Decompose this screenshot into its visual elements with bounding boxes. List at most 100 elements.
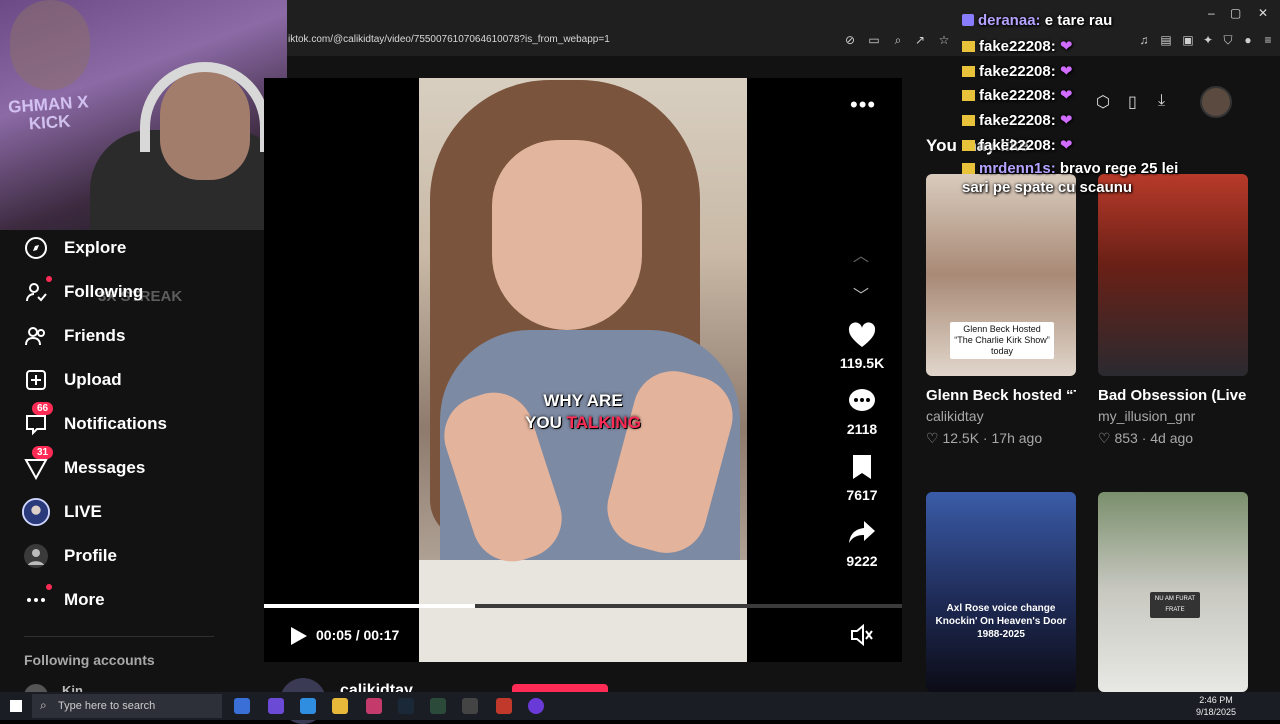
app-icon[interactable] bbox=[268, 698, 284, 714]
cast-icon[interactable]: ▭ bbox=[866, 32, 882, 48]
video-progress-fill bbox=[264, 604, 475, 608]
browser-icon[interactable] bbox=[366, 698, 382, 714]
recommendation-card[interactable]: Axl Rose voice change Knockin' On Heaven… bbox=[926, 492, 1076, 692]
extension-icon[interactable]: ▤ bbox=[1158, 32, 1174, 48]
play-icon[interactable] bbox=[288, 626, 308, 646]
crown-icon bbox=[962, 115, 975, 126]
recommendation-card[interactable]: Bad Obsession (Live Wembley 2025)... my_… bbox=[1098, 174, 1248, 447]
share-icon[interactable]: ↗ bbox=[912, 32, 928, 48]
card-title[interactable]: Glenn Beck hosted “The Charlie Kirk... bbox=[926, 385, 1076, 407]
edge-icon[interactable] bbox=[300, 698, 316, 714]
taskbar-search-input[interactable]: Type here to search bbox=[32, 694, 222, 718]
comment-button[interactable]: 2118 bbox=[838, 388, 886, 437]
like-count: 119.5K bbox=[839, 355, 885, 371]
chat-message: deranaa: e tare rau bbox=[962, 12, 1112, 29]
sidebar-item-following[interactable]: Following bbox=[22, 276, 143, 307]
minimize-icon[interactable]: – bbox=[1208, 6, 1215, 20]
emote-icon: ❤ bbox=[1055, 38, 1073, 55]
following-icon bbox=[22, 276, 52, 306]
puzzle-icon[interactable]: ✦ bbox=[1200, 32, 1216, 48]
app-icon[interactable] bbox=[528, 698, 544, 714]
card-title[interactable]: Bad Obsession (Live Wembley 2025)... bbox=[1098, 385, 1248, 407]
chevron-up-icon[interactable]: ︿ bbox=[853, 242, 869, 266]
card-author[interactable]: calikidtay bbox=[926, 408, 1076, 424]
taskbar-clock[interactable]: 2:46 PM 9/18/2025 bbox=[1196, 694, 1236, 718]
chat-text: e tare rau bbox=[1040, 12, 1113, 29]
chat-text: bravo rege 25 lei bbox=[1055, 160, 1179, 177]
windows-start-icon[interactable] bbox=[10, 700, 22, 712]
like-button[interactable]: 119.5K bbox=[838, 322, 886, 371]
avatar[interactable] bbox=[1200, 86, 1232, 118]
sidebar-item-live[interactable]: LIVE bbox=[22, 497, 102, 527]
maximize-icon[interactable]: ▢ bbox=[1230, 6, 1241, 20]
chat-username: fake22208: bbox=[979, 137, 1056, 154]
sidebar-icon[interactable]: ▣ bbox=[1180, 32, 1196, 48]
profile-icon bbox=[22, 542, 50, 570]
more-options-icon[interactable]: ••• bbox=[850, 92, 876, 118]
comment-count: 2118 bbox=[846, 421, 878, 437]
recommendation-card[interactable]: Glenn Beck Hosted “The Charlie Kirk Show… bbox=[926, 174, 1076, 447]
card-age: 17h ago bbox=[991, 430, 1043, 446]
card-author[interactable]: my_illusion_gnr bbox=[1098, 408, 1248, 424]
notifications-badge: 66 bbox=[32, 402, 54, 415]
thumbnail-label: Axl Rose voice change Knockin' On Heaven… bbox=[935, 603, 1067, 640]
compass-icon bbox=[22, 234, 50, 262]
chat-message: fake22208: ❤ bbox=[962, 136, 1072, 154]
save-button[interactable]: 7617 bbox=[838, 454, 886, 503]
profile-extension-icon[interactable]: ● bbox=[1240, 32, 1256, 48]
video-thumbnail[interactable]: NU AM FURAT FRATE bbox=[1098, 492, 1248, 692]
address-bar[interactable]: iktok.com/@calikidtay/video/755007610706… bbox=[280, 30, 960, 50]
coin-icon[interactable]: ⬡ bbox=[1096, 92, 1110, 112]
file-explorer-icon[interactable] bbox=[332, 698, 348, 714]
app-icon[interactable] bbox=[462, 698, 478, 714]
video-time: 00:05 / 00:17 bbox=[316, 627, 400, 643]
heart-icon bbox=[838, 322, 886, 352]
emote-icon: ❤ bbox=[1055, 137, 1073, 154]
task-view-icon[interactable] bbox=[234, 698, 250, 714]
video-thumbnail[interactable] bbox=[1098, 174, 1248, 376]
volume-icon[interactable] bbox=[850, 623, 874, 651]
steam-icon[interactable] bbox=[398, 698, 414, 714]
sidebar-item-more[interactable]: More bbox=[22, 584, 105, 615]
card-likes: 853 bbox=[1114, 430, 1138, 446]
crown-icon bbox=[962, 66, 975, 77]
close-icon[interactable]: ✕ bbox=[1258, 6, 1268, 20]
sidebar-item-messages[interactable]: 31 Messages bbox=[22, 446, 146, 483]
video-thumbnail[interactable]: Axl Rose voice change Knockin' On Heaven… bbox=[926, 492, 1076, 692]
sidebar-item-upload[interactable]: Upload bbox=[22, 365, 122, 395]
share-count: 9222 bbox=[846, 553, 878, 569]
sidebar-divider bbox=[24, 636, 214, 637]
chat-username: fake22208: bbox=[979, 112, 1056, 129]
share-button[interactable]: 9222 bbox=[838, 520, 886, 569]
notification-dot bbox=[46, 584, 52, 590]
sidebar-item-label: Explore bbox=[64, 238, 127, 257]
tracking-icon[interactable]: ⊘ bbox=[842, 32, 858, 48]
sidebar-item-notifications[interactable]: 66 Notifications bbox=[22, 402, 167, 439]
emote-icon: ❤ bbox=[1055, 87, 1073, 104]
chat-badge-icon bbox=[962, 14, 974, 26]
bookmark-star-icon[interactable]: ☆ bbox=[936, 32, 952, 48]
menu-icon[interactable]: ≡ bbox=[1260, 32, 1276, 48]
music-icon[interactable]: ♫ bbox=[1136, 32, 1152, 48]
crown-icon bbox=[962, 41, 975, 52]
chevron-down-icon[interactable]: ﹀ bbox=[853, 282, 869, 306]
bookmark-icon bbox=[838, 454, 886, 484]
sidebar-item-label: LIVE bbox=[64, 502, 102, 521]
sidebar-item-explore[interactable]: Explore bbox=[22, 233, 126, 263]
sidebar-item-friends[interactable]: Friends bbox=[22, 321, 125, 351]
download-icon[interactable]: ⤓ bbox=[1158, 92, 1165, 110]
video-caption: WHY ARE YOU TALKING bbox=[470, 390, 696, 434]
clock-time: 2:46 PM bbox=[1199, 695, 1233, 705]
sidebar-item-label: Messages bbox=[64, 458, 146, 477]
search-icon: ⌕ bbox=[40, 698, 47, 712]
shield-icon[interactable]: ⛉ bbox=[1220, 32, 1236, 48]
recommendation-card[interactable]: NU AM FURAT FRATE bbox=[1098, 492, 1248, 692]
webcam-sign: GHMAN X KICK bbox=[7, 92, 90, 134]
sidebar-item-profile[interactable]: Profile bbox=[22, 541, 117, 571]
video-thumbnail[interactable]: Glenn Beck Hosted “The Charlie Kirk Show… bbox=[926, 174, 1076, 376]
zoom-icon[interactable]: ⌕ bbox=[890, 32, 906, 48]
card-stats: ♡ 853 · 4d ago bbox=[1098, 430, 1194, 446]
phone-icon[interactable]: ▯ bbox=[1128, 92, 1137, 112]
app-icon[interactable] bbox=[496, 698, 512, 714]
app-icon[interactable] bbox=[430, 698, 446, 714]
